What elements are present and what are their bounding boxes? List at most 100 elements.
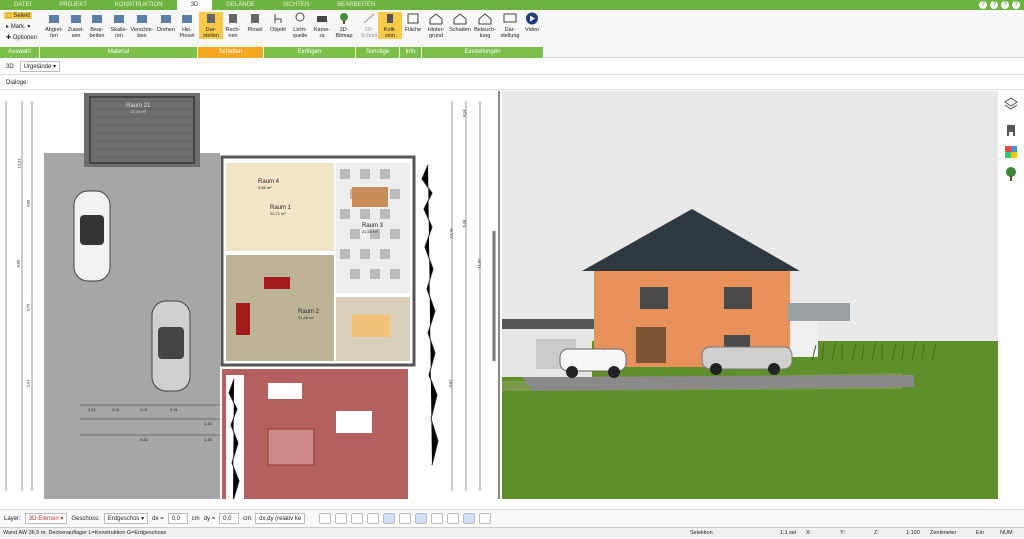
status-scale: 1:100 — [906, 530, 920, 536]
snap-icon[interactable] — [335, 513, 348, 524]
status-x: X: — [806, 530, 812, 536]
print-icon[interactable] — [431, 513, 444, 524]
dim-bottom-6: 1,10 — [204, 421, 212, 426]
collision-button[interactable]: Kolli-sion — [378, 12, 402, 39]
brush-icon — [182, 15, 192, 23]
materials-icon[interactable] — [1004, 145, 1018, 159]
geschoss-select[interactable]: Erdgeschos ▾ — [103, 513, 149, 524]
dim-right-5: 0,91 — [447, 379, 453, 388]
settings-icon[interactable]: ? — [990, 1, 998, 9]
dx-input[interactable]: 0,0 — [167, 513, 188, 524]
insert-light-button[interactable]: Licht-quelle — [288, 12, 312, 39]
chair-icon[interactable] — [1004, 123, 1018, 137]
status-unit: Zentimeter — [930, 530, 957, 536]
area-button[interactable]: Fläche — [401, 12, 425, 33]
dim-bottom-7: 1,15 — [204, 437, 212, 442]
scale-icon — [114, 15, 124, 23]
shadow-compute-button[interactable]: Rech-nen — [221, 12, 245, 39]
layer-select[interactable]: 3D-Elemen ▾ — [24, 513, 68, 524]
dim-right-4: 10,18 — [448, 228, 454, 239]
dim-left-5: 0,91 — [25, 379, 31, 388]
ribbon-tabs: DATEI PROJEKT KONSTRUKTION 3D GELÄNDE SI… — [0, 0, 1024, 10]
coord-mode-select[interactable]: dx,dy (relativ ke — [255, 513, 306, 524]
chair-icon — [274, 14, 282, 23]
material-brush-button[interactable]: Hin. Pinsel — [175, 12, 199, 39]
house-icon — [478, 13, 492, 25]
pin-icon[interactable] — [479, 513, 492, 524]
tab-gelaende[interactable]: GELÄNDE — [212, 0, 269, 10]
about-icon[interactable]: ? — [1012, 1, 1020, 9]
room-label-21: Raum 21 22,40 m² — [126, 103, 151, 114]
floor-plan-view[interactable]: Raum 21 22,40 m² Raum 4 3,65 m² Raum 1 20,7… — [0, 91, 500, 499]
background-button[interactable]: Hinter-grund — [424, 12, 448, 39]
status-z: Z: — [874, 530, 879, 536]
tab-projekt[interactable]: PROJEKT — [45, 0, 101, 10]
cursor-icon[interactable] — [463, 513, 476, 524]
bottom-toolbar: Layer: 3D-Elemen ▾ Geschoss: Erdgeschos … — [0, 509, 1024, 527]
car-top-right — [151, 300, 191, 392]
dim-left-2: 8,86 — [15, 259, 21, 268]
dim-left-3: 4,89 — [25, 199, 31, 208]
monitor-icon — [503, 13, 517, 23]
angle-icon[interactable] — [415, 513, 428, 524]
clock-icon[interactable] — [319, 513, 332, 524]
ribbon: ⬚ Selekt ▸ Mark. ▾ ✚ Optionen Abgrei-fen… — [0, 10, 1024, 58]
brush-icon — [251, 14, 259, 23]
dx-label: dx = — [152, 515, 164, 522]
display-button[interactable]: Dar-stellung — [498, 12, 522, 39]
tree-icon[interactable] — [1004, 167, 1018, 181]
info-icon[interactable]: ? — [1001, 1, 1009, 9]
group-material: Material — [40, 47, 198, 58]
dim-right-2: 6,98 — [461, 219, 467, 228]
shadow-display-button[interactable]: Dar-stellen — [199, 12, 223, 39]
dim-bottom-3: 2,01 — [140, 407, 148, 412]
material-scale-button[interactable]: Skalie-ren — [107, 12, 131, 39]
insert-camera-button[interactable]: Kame-ra — [310, 12, 334, 39]
area-icon — [407, 13, 419, 24]
geschoss-label: Geschoss: — [71, 515, 100, 522]
layer-label: Layer: — [4, 515, 21, 522]
tab-sichten[interactable]: SICHTEN — [269, 0, 323, 10]
tab-konstruktion[interactable]: KONSTRUKTION — [101, 0, 177, 10]
insert-object-button[interactable]: Objekt — [266, 12, 290, 33]
options-button[interactable]: ✚ Optionen — [4, 34, 39, 41]
insert-bitmap-button[interactable]: 3D- Bitmap — [332, 12, 356, 39]
eye-icon[interactable] — [351, 513, 364, 524]
room-label-2: Raum 2 31,45 m² — [298, 309, 320, 320]
status-bar: Wand AW 36,5 m. Deckenauflager L=Konstru… — [0, 527, 1024, 538]
line-icon[interactable] — [383, 513, 396, 524]
select-button[interactable]: ⬚ Selekt — [4, 12, 33, 19]
dy-input[interactable]: 0,0 — [219, 513, 240, 524]
dim-bottom-1: 2,41 — [88, 407, 96, 412]
grid-icon[interactable] — [367, 513, 380, 524]
move-icon — [137, 15, 147, 23]
material-pick-button[interactable]: Abgrei-fen — [42, 12, 66, 39]
status-text: Wand AW 36,5 m. Deckenauflager L=Konstru… — [3, 530, 167, 536]
shadow-brush-button[interactable]: Pinsel — [243, 12, 267, 33]
material-edit-button[interactable]: Bear-beiten — [85, 12, 109, 39]
help-icon[interactable]: ? — [979, 1, 987, 9]
shadow-settings-button[interactable]: Schatten — [448, 12, 472, 33]
dy-label: dy = — [203, 515, 216, 522]
lighting-button[interactable]: Beleuch-tung — [473, 12, 497, 39]
magnet-icon[interactable] — [399, 513, 412, 524]
dialog-label: Dialoge: — [6, 80, 29, 86]
dialog-bar: Dialoge: — [0, 76, 1024, 90]
dim-bottom-4: 0,91 — [170, 407, 178, 412]
mark-button[interactable]: ▸ Mark. ▾ — [4, 23, 32, 30]
table-icon[interactable] — [447, 513, 460, 524]
dim-right-3: 4,14 — [461, 109, 467, 118]
dim-right-1: 11,00 — [476, 258, 482, 269]
status-sel: 1:1 sel — [780, 530, 797, 536]
video-button[interactable]: Video — [520, 12, 544, 33]
terrain-select[interactable]: Urgelände ▾ — [19, 61, 61, 72]
layers-icon[interactable] — [1004, 97, 1018, 111]
tab-bearbeiten[interactable]: BEARBEITEN — [323, 0, 389, 10]
tab-3d[interactable]: 3D — [176, 0, 213, 10]
material-move-button[interactable]: Verschie-ben — [130, 12, 154, 39]
tab-datei[interactable]: DATEI — [0, 0, 45, 10]
shadow-icon — [207, 14, 215, 23]
status-y: Y: — [840, 530, 845, 536]
paint-icon — [71, 15, 81, 23]
3d-view[interactable] — [502, 91, 1024, 499]
